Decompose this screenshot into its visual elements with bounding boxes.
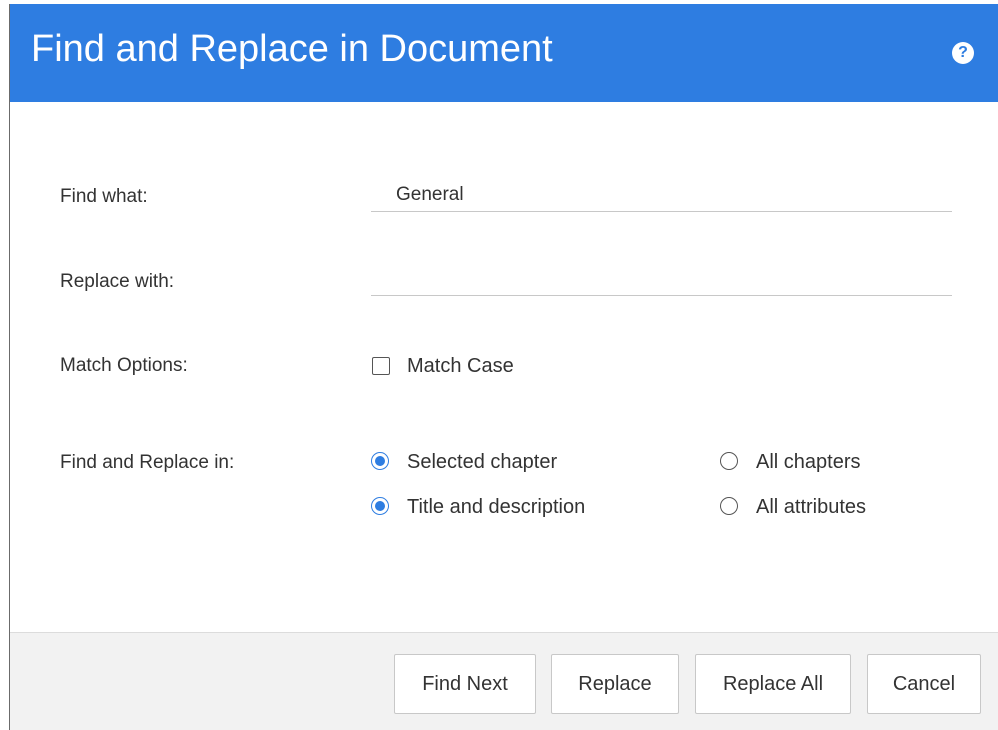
- dialog-footer: Find Next Replace Replace All Cancel: [10, 632, 998, 730]
- scope-label: Find and Replace in:: [60, 452, 235, 473]
- replace-with-input[interactable]: [371, 262, 952, 296]
- dialog-header: Find and Replace in Document ?: [10, 4, 998, 102]
- cancel-button[interactable]: Cancel: [867, 654, 981, 714]
- match-case-checkbox[interactable]: [372, 357, 390, 375]
- title-and-description-label[interactable]: Title and description: [407, 496, 585, 519]
- all-attributes-radio[interactable]: [720, 497, 738, 515]
- title-and-description-radio[interactable]: [371, 497, 389, 515]
- replace-all-button[interactable]: Replace All: [695, 654, 851, 714]
- dialog-title: Find and Replace in Document: [31, 28, 553, 70]
- find-next-button[interactable]: Find Next: [394, 654, 536, 714]
- find-what-input[interactable]: [371, 178, 952, 212]
- all-attributes-label[interactable]: All attributes: [756, 496, 866, 519]
- selected-chapter-label[interactable]: Selected chapter: [407, 451, 557, 474]
- selected-chapter-radio[interactable]: [371, 452, 389, 470]
- find-what-label: Find what:: [60, 186, 148, 207]
- replace-button[interactable]: Replace: [551, 654, 679, 714]
- replace-with-label: Replace with:: [60, 271, 175, 292]
- all-chapters-label[interactable]: All chapters: [756, 451, 861, 474]
- find-replace-dialog: Find and Replace in Document ? Find what…: [9, 4, 998, 730]
- all-chapters-radio[interactable]: [720, 452, 738, 470]
- help-icon[interactable]: ?: [952, 42, 974, 64]
- match-case-label[interactable]: Match Case: [407, 355, 514, 378]
- match-options-label: Match Options:: [60, 355, 188, 376]
